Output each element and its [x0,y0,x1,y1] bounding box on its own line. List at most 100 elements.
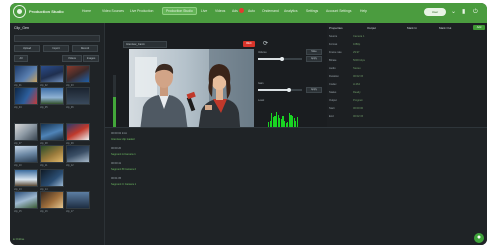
thumbnail-label: clip_03 [66,84,74,87]
property-key: End [329,115,334,118]
media-thumbnail[interactable] [66,191,90,209]
logo-icon[interactable] [13,5,26,18]
thumbnail-label: clip_14 [40,188,48,191]
thumbnail-label: clip_17 [66,210,74,213]
property-value[interactable]: H.264 [353,83,360,86]
property-value[interactable]: 00:00:00 [353,107,363,110]
media-thumbnail[interactable] [40,169,64,187]
video-frame-image [129,49,254,139]
volume-slider[interactable] [258,56,302,61]
thumbnail-label: clip_04 [14,106,22,109]
nav-item-video-sources[interactable]: Video Sources [102,9,124,13]
property-value[interactable]: Ready [353,91,361,94]
mute-button[interactable]: Mute [306,49,322,55]
thumbnail-label: clip_13 [14,188,22,191]
thumbnail-label: clip_01 [14,84,22,87]
chat-icon[interactable]: ● [474,233,484,243]
thumbnail-label: clip_16 [40,210,48,213]
log-entry[interactable]: Segment B Camera 2 [111,168,136,171]
apply-button[interactable]: Apply [306,56,322,62]
media-thumbnail[interactable] [14,123,38,141]
import-button[interactable]: Import [43,45,69,52]
volume-label: Volume [258,51,267,54]
property-value[interactable]: 29.97 [353,51,360,54]
app-title: Production Studio [29,9,64,14]
clip-name-field[interactable]: Interview_Cam1 [123,41,167,48]
record-button[interactable]: Record [72,45,98,52]
media-thumbnail[interactable] [66,145,90,163]
media-thumbnail[interactable] [66,65,90,83]
media-thumbnail[interactable] [14,87,38,105]
user-menu-button[interactable]: User [424,8,446,16]
media-thumbnail[interactable] [14,65,38,83]
log-entry[interactable]: 00:01:05 [111,177,121,180]
property-value[interactable]: 00:02:15 [353,115,363,118]
video-preview[interactable] [129,49,254,139]
nav-item-videos[interactable]: Videos [215,9,225,13]
tab-output[interactable]: Output [367,26,376,30]
media-thumbnail[interactable] [14,191,38,209]
filter-videos-button[interactable]: Videos [62,55,82,62]
nav-item-live-production[interactable]: Live Production [130,9,153,13]
thumbnail-label: clip_07 [14,142,22,145]
nav-item-home[interactable]: Home [82,9,91,13]
media-thumbnail[interactable] [40,145,64,163]
property-value[interactable]: 5000 kbps [353,59,365,62]
media-thumbnail[interactable] [66,87,90,105]
upload-button[interactable]: Upload [14,45,40,52]
refresh-icon[interactable]: ⟳ [263,40,268,47]
notification-badge [239,8,244,13]
volume-slider-handle[interactable] [280,56,285,61]
property-value[interactable]: 1080p [353,43,360,46]
chevron-down-icon[interactable]: ⌄ [451,8,456,16]
log-entry[interactable]: Segment C Camera 1 [111,183,136,186]
tab-properties[interactable]: Properties [329,26,343,30]
tab-mark-out[interactable]: Mark Out [439,26,451,30]
media-thumbnail[interactable] [40,65,64,83]
add-button[interactable]: Add [473,25,485,30]
nav-item-live[interactable]: Live [201,9,207,13]
log-entry[interactable]: 00:00:02 Intro [111,132,127,135]
connection-status: ● Online [13,237,25,241]
nav-item-ondemand[interactable]: Ondemand [262,9,279,13]
media-thumbnail[interactable] [40,87,64,105]
filter-images-button[interactable]: Images [83,55,99,62]
record-live-button[interactable]: REC [243,41,255,47]
property-key: Codec [329,83,337,86]
media-thumbnail[interactable] [14,169,38,187]
gain-apply-button[interactable]: Apply [306,87,322,93]
log-entry[interactable]: 00:00:20 [111,147,121,150]
media-thumbnail[interactable] [40,191,64,209]
property-key: Start [329,107,335,110]
property-key: Bitrate [329,59,337,62]
gain-slider-handle[interactable] [286,87,291,92]
power-icon[interactable]: ⏻ [473,8,478,16]
nav-item-analytics[interactable]: Analytics [284,9,298,13]
log-entry[interactable]: Interview clip loaded [111,138,135,141]
nav-item-help[interactable]: Help [360,9,367,13]
property-value[interactable]: 00:02:15 [353,75,363,78]
thumbnail-label: clip_05 [40,106,48,109]
nav-item-production-studio[interactable]: Production Studio [162,7,197,15]
nav-item-auto[interactable]: Auto [248,9,255,13]
gain-slider[interactable] [258,87,302,92]
log-entry[interactable]: Segment A Camera 1 [111,153,136,156]
property-value[interactable]: Stereo [353,67,361,70]
search-input[interactable] [14,35,100,42]
nav-item-settings[interactable]: Settings [306,9,318,13]
media-thumbnail[interactable] [66,123,90,141]
property-value[interactable]: Program [353,99,363,102]
tab-mark-in[interactable]: Mark In [407,26,417,30]
bell-icon[interactable]: ▮ [462,8,465,16]
log-entry[interactable]: 00:00:41 [111,162,121,165]
timeline-log: 00:00:02 Intro Interview clip loaded 00:00… [105,127,487,245]
filter-all-button[interactable]: All [14,55,28,62]
level-label: Level [258,99,265,102]
property-value[interactable]: Camera 1 [353,35,364,38]
property-key: Duration [329,75,339,78]
media-thumbnail[interactable] [14,145,38,163]
nav-item-ads[interactable]: Ads [232,9,238,13]
thumbnail-label: clip_12 [66,164,74,167]
nav-item-account-settings[interactable]: Account Settings [326,9,351,13]
media-thumbnail[interactable] [40,123,64,141]
